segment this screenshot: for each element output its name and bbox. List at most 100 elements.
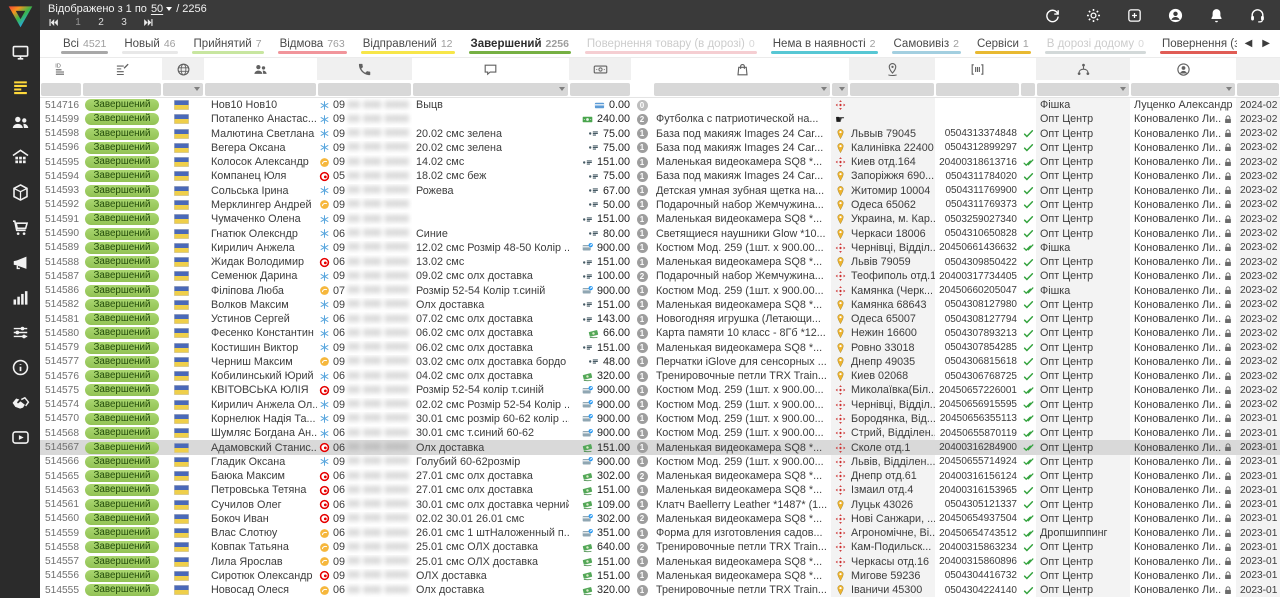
table-row[interactable]: 514575ЗавершенийКВІТОВСЬКА ЮЛІЯ0900 000 … [40,383,1280,397]
country-filter[interactable] [162,80,204,98]
tab-всі[interactable]: Всі4521 [54,30,115,57]
sidebar-item-orders-list[interactable] [0,70,40,105]
per-page-select[interactable]: 50 [151,3,172,15]
tab-прийнятий[interactable]: Прийнятий7 [185,30,271,57]
profile-icon[interactable] [1167,7,1184,24]
tabs-scroll-right-icon[interactable]: ▶ [1262,38,1270,49]
table-row[interactable]: 514588ЗавершенийЖидак Володимир0600 000 … [40,255,1280,269]
table-row[interactable]: 514599ЗавершенийПотапенко Анастас...0900… [40,112,1280,126]
table-row[interactable]: 514576ЗавершенийКобилинський Юрий0600 00… [40,369,1280,383]
sidebar-item-marketplace-store[interactable] [0,140,40,175]
table-row[interactable]: 514559ЗавершенийВлас Слотюу0600 000 0000… [40,526,1280,540]
date-filter[interactable] [1236,80,1280,98]
table-row[interactable]: 514580ЗавершенийФесенко Константин0600 0… [40,326,1280,340]
table-row[interactable]: 514587ЗавершенийСеменюк Дарина0900 000 0… [40,269,1280,283]
comment-filter[interactable] [412,80,569,98]
table-row[interactable]: 514590ЗавершенийГнатюк Олексндр0600 000 … [40,226,1280,240]
sidebar-item-partners-handshake[interactable] [0,385,40,420]
tracking-filter[interactable] [935,80,1020,98]
product-column-header[interactable] [653,58,831,80]
settings-gear-icon[interactable] [1085,7,1102,24]
table-row[interactable]: 514716ЗавершенийНов10 Нов100900 000 0000… [40,98,1280,112]
delivery-column-header[interactable] [831,58,849,80]
table-row[interactable]: 514579ЗавершенийКостишин Виктор0900 000 … [40,341,1280,355]
tracking-column-header[interactable] [935,58,1020,80]
comment-column-header[interactable] [412,58,569,80]
tracking-status-column-header[interactable] [1020,58,1036,80]
sidebar-item-products-box[interactable] [0,175,40,210]
phone-column-header[interactable] [317,58,412,80]
sidebar-item-dashboard-monitor[interactable] [0,35,40,70]
table-row[interactable]: 514567ЗавершенийАдамовский Станис...0600… [40,440,1280,454]
tab-в-дорозі-додому[interactable]: В дорозі додому0 [1038,30,1153,57]
refresh-icon[interactable] [1044,7,1061,24]
table-row[interactable]: 514596ЗавершенийВегера Оксана0900 000 00… [40,141,1280,155]
app-logo-icon[interactable] [7,3,34,30]
page-3-button[interactable]: 3 [120,17,128,28]
page-1-button[interactable]: 1 [74,17,82,28]
table-row[interactable]: 514557ЗавершенийЛила Ярослав0900 000 000… [40,555,1280,569]
sidebar-item-settings-sliders[interactable] [0,315,40,350]
product-filter[interactable] [653,80,831,98]
table-row[interactable]: 514565ЗавершенийБаюка Максим0600 000 000… [40,469,1280,483]
table-row[interactable]: 514594ЗавершенийКомпанец Юля0500 000 000… [40,169,1280,183]
client-filter[interactable] [204,80,317,98]
tab-самовивіз[interactable]: Самовивіз2 [885,30,968,57]
tab-повернення-товару-в-дорозі-[interactable]: Повернення товару (в дорозі)0 [578,30,764,57]
table-row[interactable]: 514589ЗавершенийКирилич Анжела0900 000 0… [40,241,1280,255]
id-column-header[interactable]: ID [40,58,82,80]
table-row[interactable]: 514581ЗавершенийУстинов Сергей0600 000 0… [40,312,1280,326]
tab-сервіси[interactable]: Сервіси1 [968,30,1038,57]
add-order-icon[interactable] [1126,7,1143,24]
delivery-filter[interactable] [831,80,849,98]
table-row[interactable]: 514592ЗавершенийМерклингер Андрей0900 00… [40,198,1280,212]
table-row[interactable]: 514598ЗавершенийМалютина Светлана0900 00… [40,127,1280,141]
tab-новый[interactable]: Новый46 [115,30,184,57]
city-filter[interactable] [849,80,935,98]
city-column-header[interactable] [849,58,935,80]
sidebar-item-clients[interactable] [0,105,40,140]
tabs-scroll-left-icon[interactable]: ◀ [1245,38,1253,49]
sidebar-item-statistics-chart[interactable] [0,280,40,315]
tab-нема-в-наявності[interactable]: Нема в наявності2 [764,30,885,57]
status-column-header[interactable] [82,58,162,80]
quantity-filter[interactable] [631,80,653,98]
tab-відправлений[interactable]: Відправлений12 [354,30,462,57]
table-row[interactable]: 514561ЗавершенийСучилов Олег0600 000 000… [40,497,1280,511]
notifications-bell-icon[interactable] [1208,7,1225,24]
sidebar-item-video-tutorials[interactable] [0,420,40,455]
channel-filter[interactable] [1036,80,1130,98]
table-row[interactable]: 514577ЗавершенийЧерниш Максим0900 000 00… [40,355,1280,369]
country-column-header[interactable] [162,58,204,80]
table-row[interactable]: 514586ЗавершенийФіліпова Люба0700 000 00… [40,283,1280,297]
tab-завершений[interactable]: Завершений2256 [462,30,578,57]
table-row[interactable]: 514560ЗавершенийБокоч Иван0900 000 00000… [40,512,1280,526]
table-row[interactable]: 514555ЗавершенийНовосад Олеся0600 000 00… [40,583,1280,597]
table-row[interactable]: 514574ЗавершенийКирилич Анжела Ол...0900… [40,398,1280,412]
page-2-button[interactable]: 2 [97,17,105,28]
sidebar-item-info[interactable] [0,350,40,385]
table-row[interactable]: 514593ЗавершенийСольська Ірина0900 000 0… [40,184,1280,198]
table-row[interactable]: 514558ЗавершенийКовпак Татьяна0900 000 0… [40,540,1280,554]
manager-filter[interactable] [1130,80,1236,98]
payment-column-header[interactable] [569,58,631,80]
first-page-button[interactable] [48,17,59,28]
table-row[interactable]: 514556ЗавершенийСиротюк Олександр0900 00… [40,569,1280,583]
sidebar-item-procurement-cart[interactable] [0,210,40,245]
tab-відмова[interactable]: Відмова763 [271,30,354,57]
last-page-button[interactable] [143,17,154,28]
status-filter[interactable] [82,80,162,98]
manager-column-header[interactable] [1130,58,1236,80]
channel-column-header[interactable] [1036,58,1130,80]
table-row[interactable]: 514591ЗавершенийЧумаченко Олена0900 000 … [40,212,1280,226]
table-row[interactable]: 514563ЗавершенийПетровська Тетяна0600 00… [40,483,1280,497]
table-row[interactable]: 514582ЗавершенийВолков Максим0900 000 00… [40,298,1280,312]
table-row[interactable]: 514595ЗавершенийКолосок Александр0900 00… [40,155,1280,169]
phone-filter[interactable] [317,80,412,98]
support-headset-icon[interactable] [1249,7,1266,24]
payment-filter[interactable] [569,80,631,98]
date-column-header[interactable] [1236,58,1280,80]
table-row[interactable]: 514566ЗавершенийГладик Оксана0900 000 00… [40,455,1280,469]
quantity-column-header[interactable] [631,58,653,80]
sidebar-item-marketing-megaphone[interactable] [0,245,40,280]
